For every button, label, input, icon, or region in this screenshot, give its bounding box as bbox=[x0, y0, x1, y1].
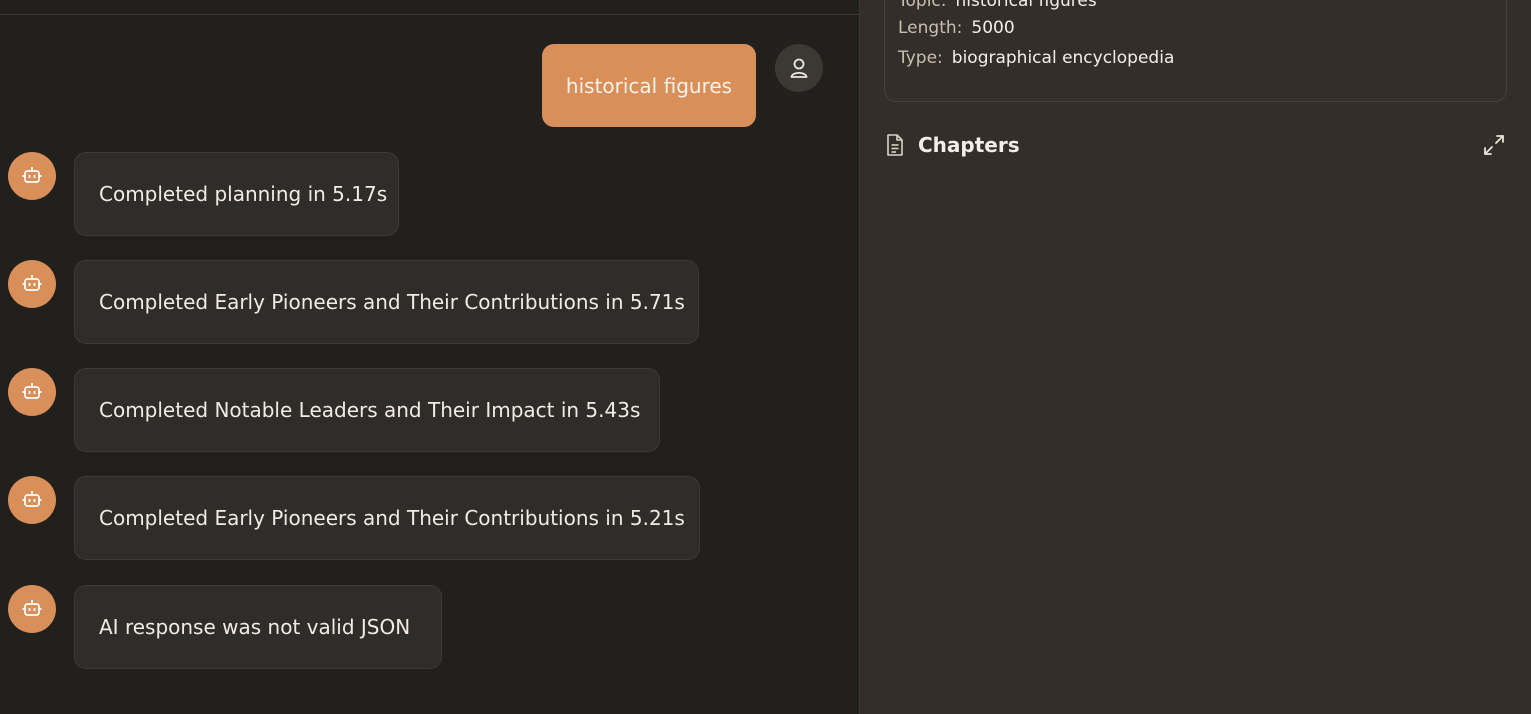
bot-message-text: Completed Early Pioneers and Their Contr… bbox=[99, 290, 685, 314]
bot-message-bubble: Completed Early Pioneers and Their Contr… bbox=[74, 476, 700, 560]
bot-icon bbox=[22, 275, 42, 291]
bot-icon bbox=[22, 383, 42, 399]
bot-avatar bbox=[8, 368, 56, 416]
bot-icon bbox=[22, 491, 42, 507]
bot-icon bbox=[22, 600, 42, 616]
chat-header-divider bbox=[0, 14, 859, 15]
expand-chapters-button[interactable] bbox=[1481, 132, 1507, 158]
chapters-header: Chapters bbox=[884, 130, 1507, 160]
user-icon bbox=[790, 58, 808, 78]
side-panel: Topic: historical figures Length: 5000 T… bbox=[860, 0, 1531, 714]
bot-message-bubble: Completed planning in 5.17s bbox=[74, 152, 399, 236]
info-row-topic: Topic: historical figures bbox=[898, 0, 1097, 11]
type-label: Type: bbox=[898, 48, 943, 68]
length-value: 5000 bbox=[971, 18, 1015, 38]
length-label: Length: bbox=[898, 18, 963, 38]
bot-avatar bbox=[8, 476, 56, 524]
chat-pane: historical figures Completed planning in… bbox=[0, 0, 859, 714]
user-message-text: historical figures bbox=[565, 73, 733, 98]
type-value: biographical encyclopedia bbox=[951, 48, 1175, 68]
app-root: historical figures Completed planning in… bbox=[0, 0, 1531, 714]
info-row-type: Type: biographical encyclopedia bbox=[898, 48, 1174, 68]
info-row-length: Length: 5000 bbox=[898, 18, 1015, 38]
expand-icon bbox=[1484, 135, 1504, 155]
chapters-title: Chapters bbox=[918, 133, 1020, 157]
user-message-bubble: historical figures bbox=[542, 44, 756, 127]
document-icon bbox=[887, 134, 903, 156]
bot-avatar bbox=[8, 260, 56, 308]
topic-value: historical figures bbox=[955, 0, 1097, 11]
bot-message-bubble: Completed Notable Leaders and Their Impa… bbox=[74, 368, 660, 452]
bot-message-text: Completed planning in 5.17s bbox=[99, 182, 388, 206]
user-avatar bbox=[775, 44, 823, 92]
bot-icon bbox=[22, 167, 42, 183]
bot-message-text: AI response was not valid JSON bbox=[99, 615, 411, 639]
bot-avatar bbox=[8, 585, 56, 633]
topic-label: Topic: bbox=[898, 0, 947, 11]
bot-message-bubble: Completed Early Pioneers and Their Contr… bbox=[74, 260, 699, 344]
bot-message-text: Completed Notable Leaders and Their Impa… bbox=[99, 398, 641, 422]
bot-avatar bbox=[8, 152, 56, 200]
bot-message-text: Completed Early Pioneers and Their Contr… bbox=[99, 506, 685, 530]
book-info-card: Topic: historical figures Length: 5000 T… bbox=[884, 0, 1507, 102]
bot-message-bubble: AI response was not valid JSON bbox=[74, 585, 442, 669]
